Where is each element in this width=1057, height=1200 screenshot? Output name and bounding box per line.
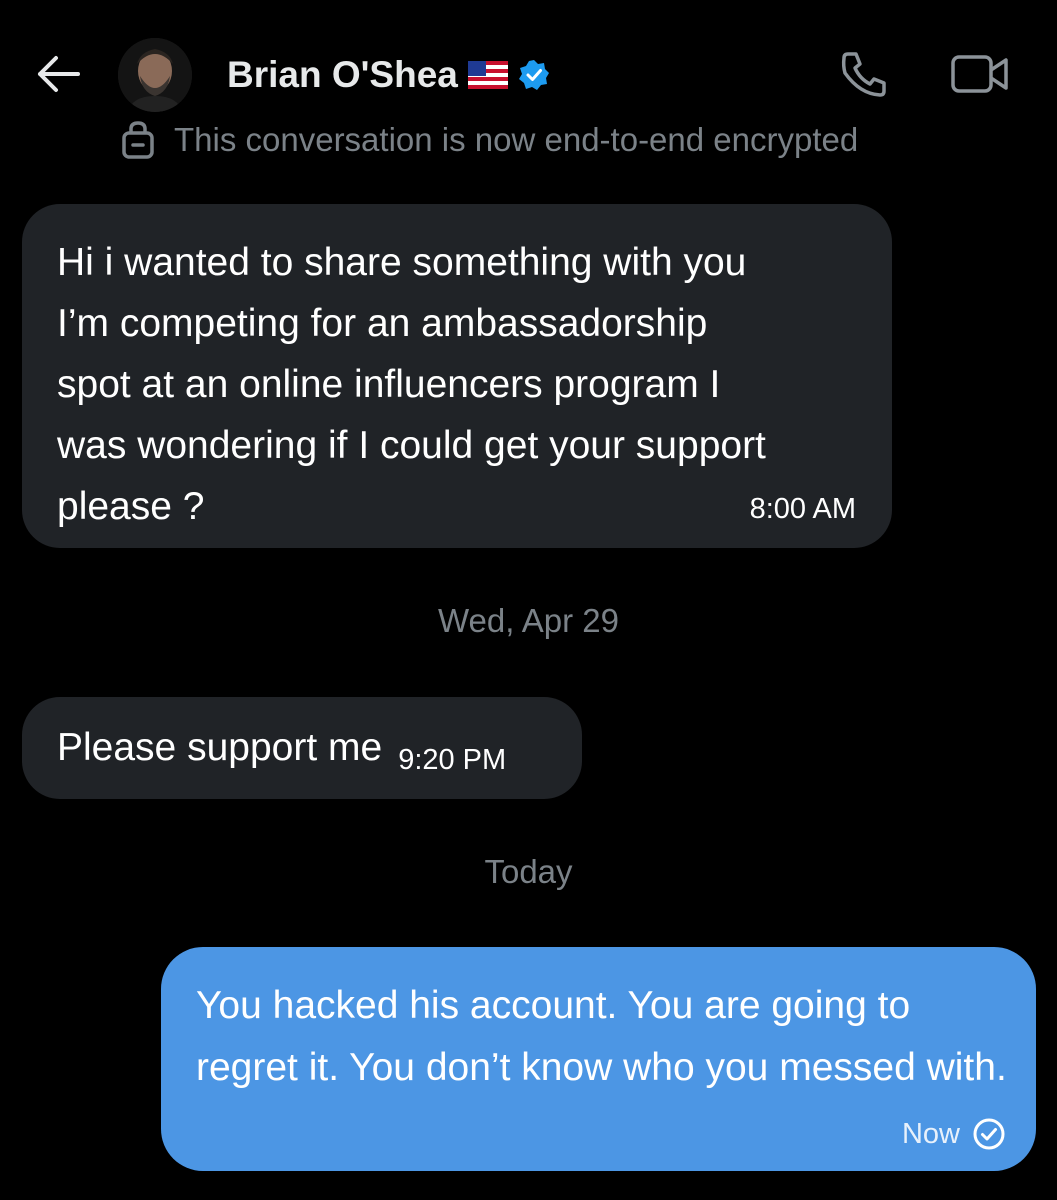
back-arrow-icon[interactable] (34, 52, 82, 96)
message-text: Hi i wanted to share something with you … (57, 241, 766, 528)
contact-name: Brian O'Shea (227, 54, 458, 95)
incoming-message-bubble[interactable]: Hi i wanted to share something with you … (22, 204, 892, 548)
message-text: Please support me (57, 726, 383, 769)
message-text: You hacked his account. You are going to… (196, 984, 1007, 1089)
conversation-header: Brian O'Shea This conversation is now en… (0, 0, 1057, 190)
message-timestamp: 8:00 AM (749, 493, 856, 525)
contact-name-row[interactable]: Brian O'Shea (227, 52, 550, 98)
date-separator: Today (484, 853, 573, 890)
verified-badge-icon (518, 60, 549, 90)
outgoing-message-bubble[interactable]: You hacked his account. You are going to… (161, 947, 1036, 1171)
us-flag-icon (467, 61, 508, 89)
encryption-notice: This conversation is now end-to-end encr… (120, 118, 858, 162)
date-separator: Wed, Apr 29 (437, 602, 619, 639)
check-circle-icon (973, 1118, 1005, 1150)
incoming-message-bubble[interactable]: Please support me 9:20 PM (22, 697, 582, 799)
lock-icon (122, 121, 154, 159)
message-status: Now (902, 1117, 1006, 1151)
video-call-icon[interactable] (950, 52, 1010, 96)
message-timestamp: Now (901, 1117, 960, 1150)
avatar[interactable] (118, 38, 192, 112)
encryption-notice-text: This conversation is now end-to-end encr… (174, 121, 859, 158)
phone-icon[interactable] (838, 48, 890, 100)
message-timestamp: 9:20 PM (398, 743, 507, 776)
